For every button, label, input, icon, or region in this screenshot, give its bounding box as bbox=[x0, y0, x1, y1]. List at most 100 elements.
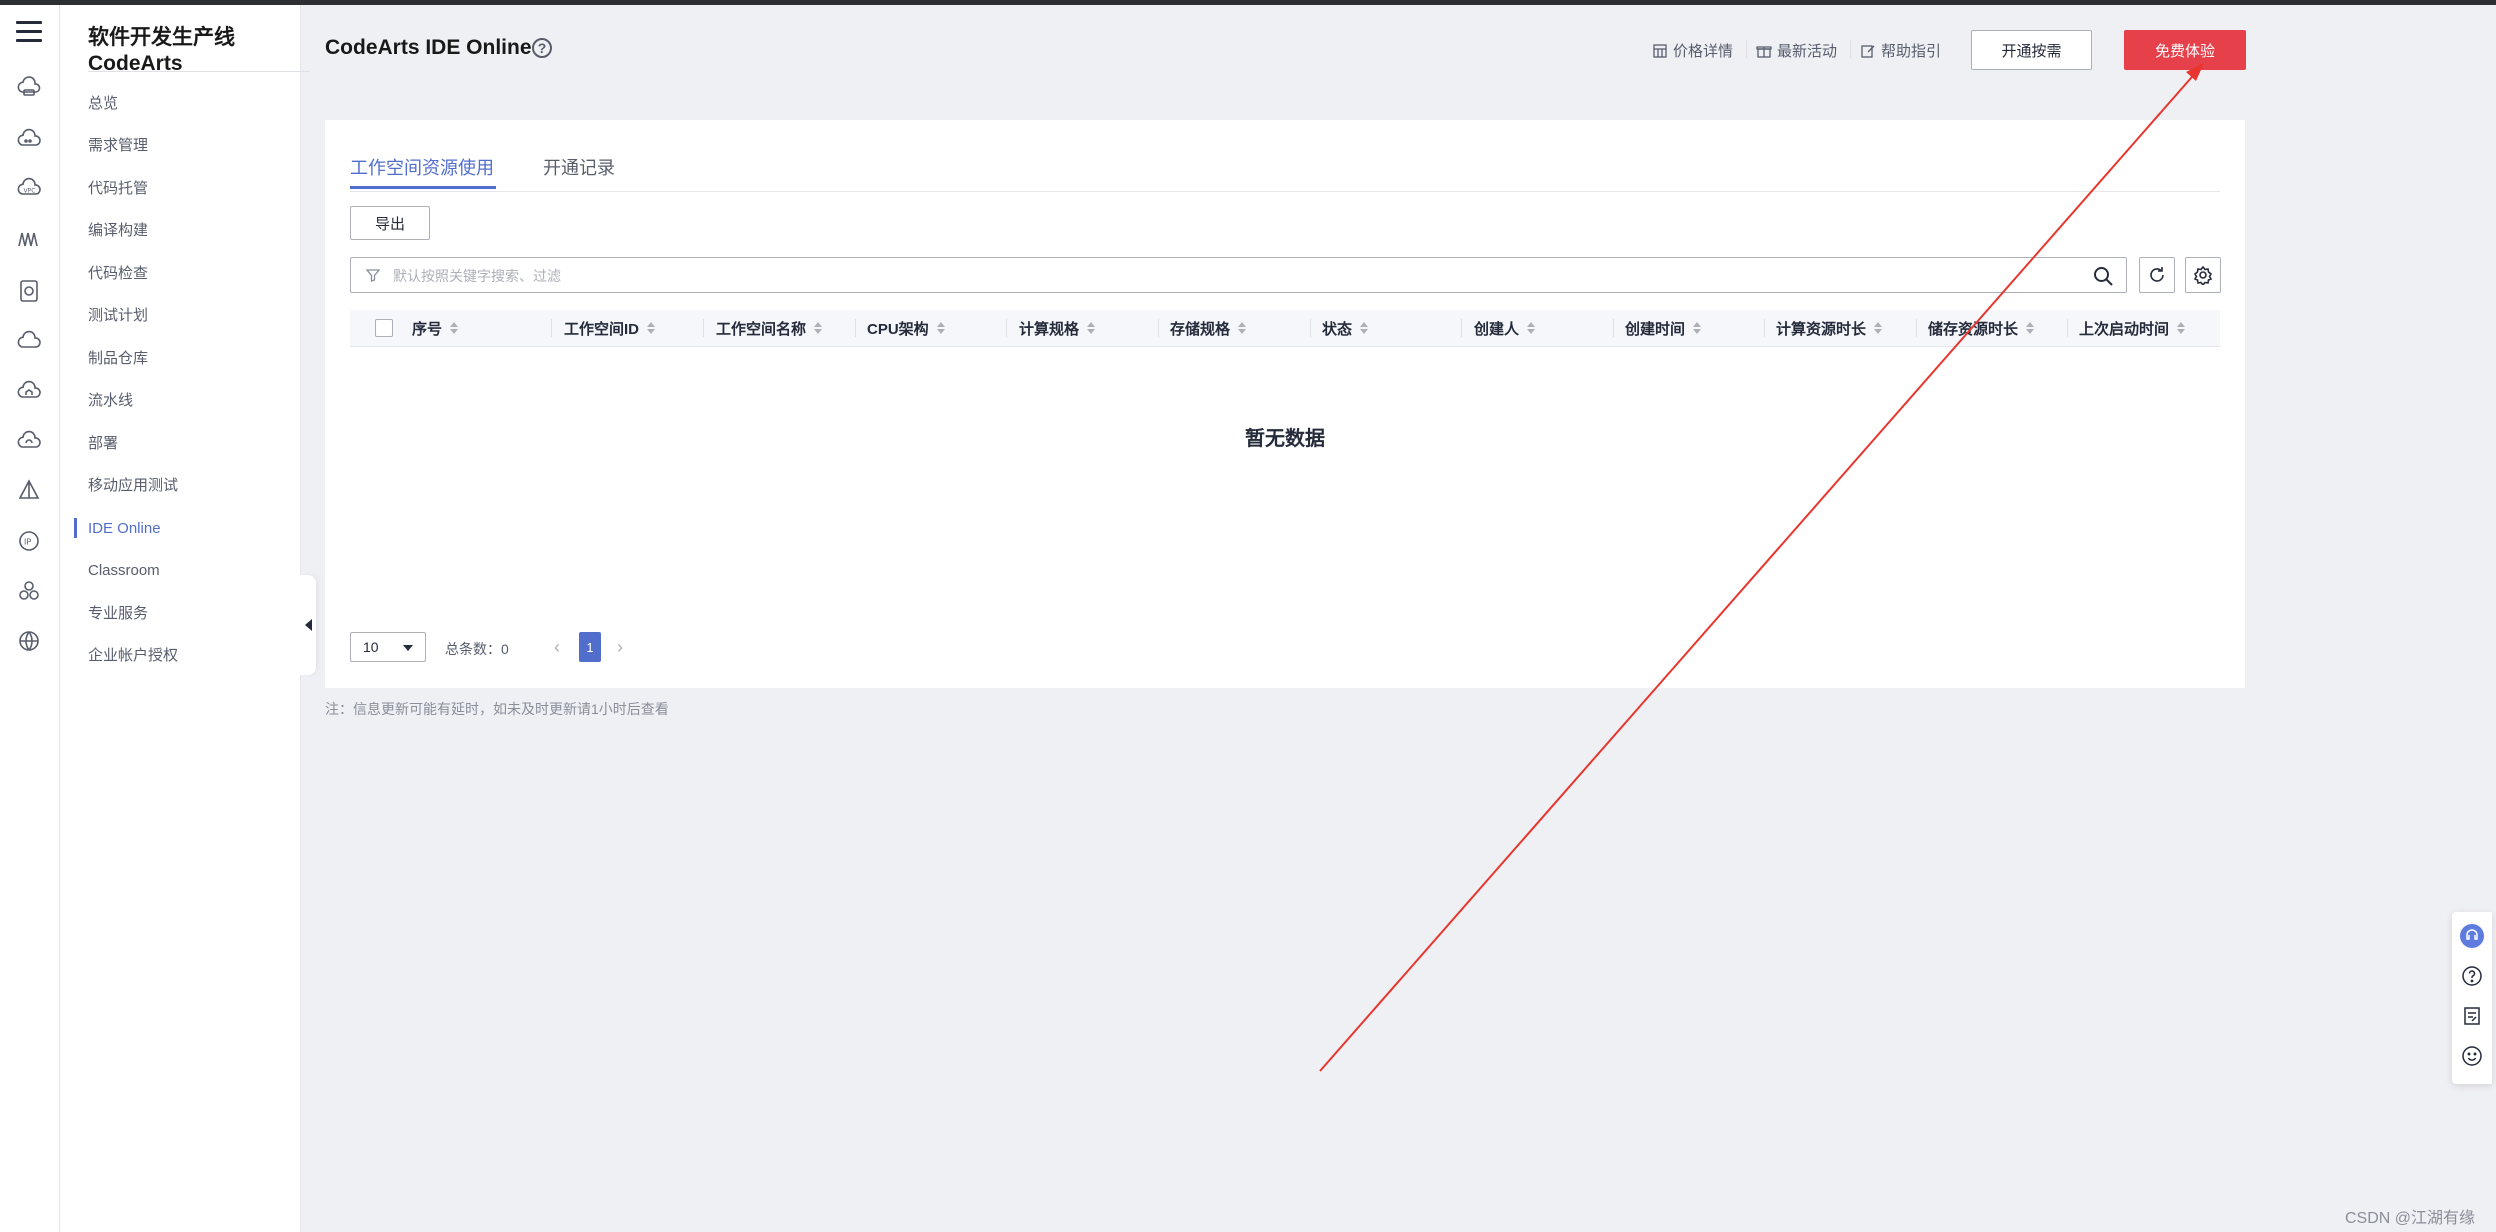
svg-text:VPC: VPC bbox=[24, 188, 36, 195]
column-header[interactable]: 创建时间 bbox=[1625, 310, 1702, 346]
globe-icon[interactable] bbox=[15, 627, 43, 655]
sidebar-item-artifact[interactable]: 制品仓库 bbox=[88, 348, 148, 370]
table-header: 序号 工作空间ID 工作空间名称 CPU架构 计算规格 存储规格 状态 创建人 … bbox=[350, 310, 2220, 347]
column-divider bbox=[703, 319, 704, 337]
column-divider bbox=[1158, 319, 1159, 337]
sidebar-item-testplan[interactable]: 测试计划 bbox=[88, 305, 148, 327]
sort-icon[interactable] bbox=[2177, 322, 2186, 334]
sort-icon[interactable] bbox=[814, 322, 823, 334]
header-divider bbox=[1746, 40, 1747, 58]
sort-icon[interactable] bbox=[1693, 322, 1702, 334]
column-header[interactable]: 工作空间ID bbox=[564, 310, 656, 346]
menu-icon[interactable] bbox=[16, 21, 42, 47]
column-header[interactable]: 上次启动时间 bbox=[2079, 310, 2186, 346]
open-on-demand-button[interactable]: 开通按需 bbox=[1971, 30, 2092, 70]
sidebar-item-repo[interactable]: 代码托管 bbox=[88, 178, 148, 200]
search-box bbox=[350, 257, 2127, 293]
collapse-sidebar-button[interactable] bbox=[300, 575, 316, 675]
column-divider bbox=[1613, 319, 1614, 337]
watermark: CSDN @江湖有缘 bbox=[2345, 1210, 2476, 1227]
column-divider bbox=[1461, 319, 1462, 337]
column-divider bbox=[1006, 319, 1007, 337]
cloud-outline-icon[interactable] bbox=[15, 327, 43, 355]
pricing-link[interactable]: 价格详情 bbox=[1652, 40, 1733, 61]
column-header[interactable]: 储存资源时长 bbox=[1928, 310, 2035, 346]
sort-icon[interactable] bbox=[936, 322, 945, 334]
select-all-checkbox[interactable] bbox=[375, 319, 393, 337]
prev-page-button[interactable]: ‹ bbox=[547, 636, 567, 658]
column-header[interactable]: CPU架构 bbox=[867, 310, 945, 346]
column-header[interactable]: 计算规格 bbox=[1019, 310, 1096, 346]
sidebar-item-pro-service[interactable]: 专业服务 bbox=[88, 603, 148, 625]
page-title: CodeArts IDE Online bbox=[325, 36, 532, 59]
empty-state-text: 暂无数据 bbox=[1245, 428, 1325, 450]
customer-service-icon[interactable] bbox=[2460, 924, 2484, 948]
people-icon[interactable] bbox=[15, 225, 43, 253]
cloud-icon[interactable] bbox=[15, 125, 43, 153]
sort-icon[interactable] bbox=[2026, 322, 2035, 334]
tab-divider bbox=[350, 191, 2220, 192]
active-indicator bbox=[74, 518, 77, 538]
sidebar-item-pipeline[interactable]: 流水线 bbox=[88, 390, 133, 412]
smiley-icon[interactable] bbox=[2460, 1044, 2484, 1068]
help-icon[interactable] bbox=[2460, 964, 2484, 988]
column-divider bbox=[551, 319, 552, 337]
search-input[interactable] bbox=[391, 262, 2055, 290]
sidebar-item-mobile-test[interactable]: 移动应用测试 bbox=[88, 475, 178, 497]
database-icon[interactable] bbox=[15, 277, 43, 305]
export-button[interactable]: 导出 bbox=[350, 206, 430, 240]
column-divider bbox=[1310, 319, 1311, 337]
sidebar-item-classroom[interactable]: Classroom bbox=[88, 560, 160, 582]
column-header[interactable]: 状态 bbox=[1322, 310, 1369, 346]
sort-icon[interactable] bbox=[1527, 322, 1536, 334]
next-page-button[interactable]: › bbox=[610, 636, 630, 658]
cloud-refresh-icon[interactable] bbox=[15, 427, 43, 455]
sort-icon[interactable] bbox=[450, 322, 459, 334]
update-delay-note: 注：信息更新可能有延时，如未及时更新请1小时后查看 bbox=[325, 701, 669, 717]
svg-text:IP: IP bbox=[24, 538, 31, 547]
sidebar-item-check[interactable]: 代码检查 bbox=[88, 263, 148, 285]
edit-doc-icon bbox=[1861, 44, 1875, 58]
free-trial-button[interactable]: 免费体验 bbox=[2124, 30, 2246, 70]
page-size-select[interactable]: 10 bbox=[350, 632, 426, 662]
sort-icon[interactable] bbox=[1087, 322, 1096, 334]
column-divider bbox=[855, 319, 856, 337]
tab-activation-records[interactable]: 开通记录 bbox=[543, 154, 615, 180]
help-guide-link[interactable]: 帮助指引 bbox=[1860, 40, 1941, 61]
column-divider bbox=[1916, 319, 1917, 337]
gear-icon bbox=[2193, 265, 2213, 285]
refresh-button[interactable] bbox=[2139, 257, 2175, 293]
help-question-icon[interactable]: ? bbox=[532, 38, 552, 58]
column-header[interactable]: 存储规格 bbox=[1170, 310, 1247, 346]
cloud-server-icon[interactable] bbox=[15, 75, 43, 103]
column-header[interactable]: 序号 bbox=[412, 310, 459, 346]
sort-icon[interactable] bbox=[1238, 322, 1247, 334]
search-icon[interactable] bbox=[2092, 265, 2114, 287]
sidebar-item-overview[interactable]: 总览 bbox=[88, 93, 118, 115]
tab-workspace-usage[interactable]: 工作空间资源使用 bbox=[350, 154, 494, 180]
cloud-home-icon[interactable] bbox=[15, 377, 43, 405]
page-number-button[interactable]: 1 bbox=[579, 632, 601, 662]
sidebar-item-build[interactable]: 编译构建 bbox=[88, 220, 148, 242]
sidebar-item-ide-online[interactable]: IDE Online bbox=[88, 518, 161, 540]
header-divider bbox=[1850, 40, 1851, 58]
pyramid-icon[interactable] bbox=[15, 477, 43, 505]
refresh-icon bbox=[2150, 267, 2164, 282]
column-header[interactable]: 创建人 bbox=[1474, 310, 1536, 346]
sort-icon[interactable] bbox=[1874, 322, 1883, 334]
top-border bbox=[0, 0, 2496, 5]
column-header[interactable]: 计算资源时长 bbox=[1776, 310, 1883, 346]
feedback-form-icon[interactable] bbox=[2460, 1004, 2484, 1028]
sidebar-item-requirements[interactable]: 需求管理 bbox=[88, 135, 148, 157]
sidebar-item-enterprise-auth[interactable]: 企业帐户授权 bbox=[88, 645, 178, 667]
vpc-icon[interactable]: VPC bbox=[15, 175, 43, 203]
sidebar-item-deploy[interactable]: 部署 bbox=[88, 433, 118, 455]
activities-link[interactable]: 最新活动 bbox=[1756, 40, 1837, 61]
sidebar-title: 软件开发生产线 CodeArts bbox=[88, 26, 235, 75]
cluster-icon[interactable] bbox=[15, 577, 43, 605]
sort-icon[interactable] bbox=[1360, 322, 1369, 334]
sort-icon[interactable] bbox=[647, 322, 656, 334]
column-header[interactable]: 工作空间名称 bbox=[716, 310, 823, 346]
ip-icon[interactable]: IP bbox=[15, 527, 43, 555]
table-settings-button[interactable] bbox=[2185, 257, 2221, 293]
